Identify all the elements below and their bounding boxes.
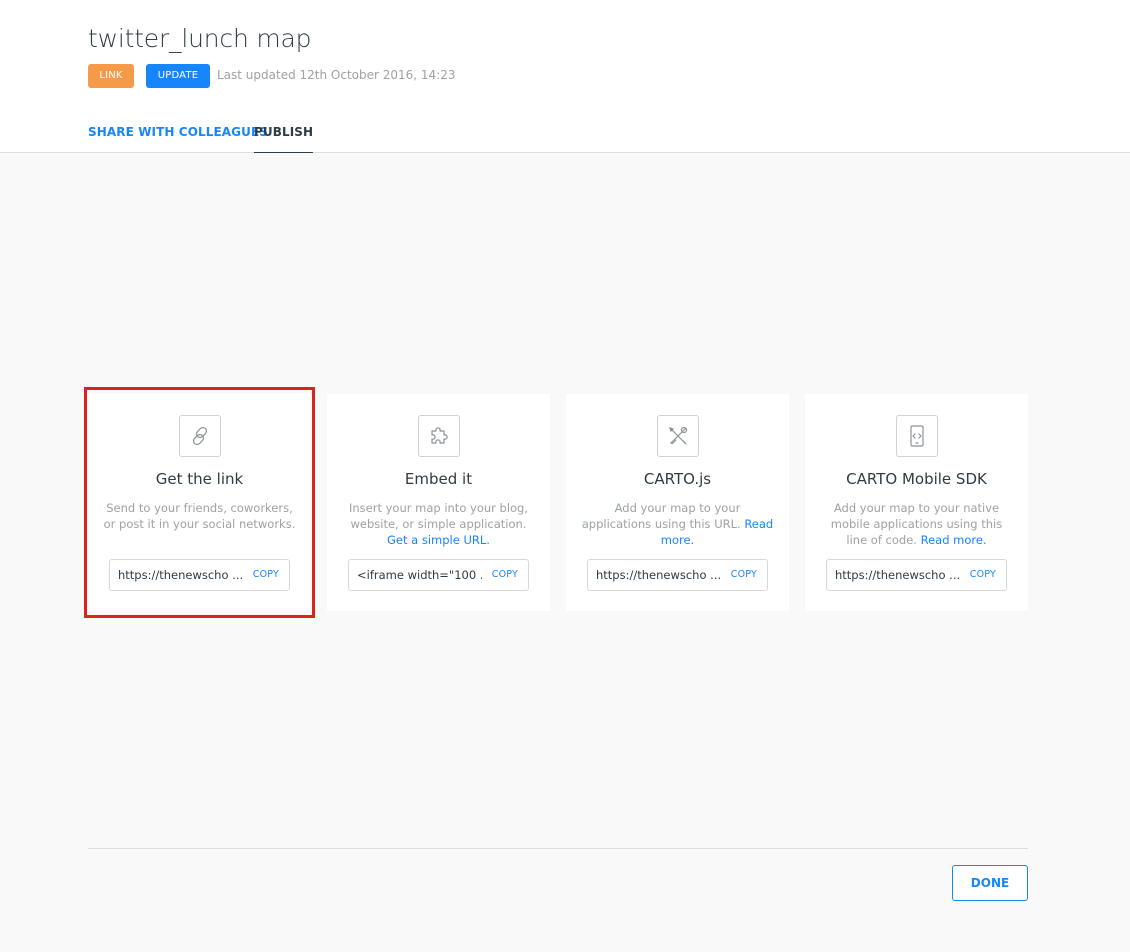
mobile-code-icon [896, 415, 938, 457]
link-badge: LINK [88, 64, 134, 88]
card-title: Embed it [404, 470, 473, 488]
get-simple-url-link[interactable]: Get a simple URL. [387, 533, 490, 547]
card-description: Add your map to your applications using … [580, 500, 775, 548]
card-description: Send to your friends, coworkers, or post… [102, 500, 297, 532]
card-title: Get the link [155, 470, 244, 488]
link-icon [179, 415, 221, 457]
cartojs-url-value[interactable]: https://thenewscho ... [596, 568, 721, 582]
card-description-text: Add your map to your applications using … [581, 501, 741, 531]
card-get-the-link: Get the link Send to your friends, cowor… [88, 394, 311, 611]
embed-code-field[interactable]: <iframe width="100 ... COPY [348, 559, 529, 591]
copy-mobile-sdk-button[interactable]: COPY [970, 569, 996, 580]
tools-icon [657, 415, 699, 457]
header: twitter_lunch map LINK UPDATE Last updat… [0, 0, 1130, 153]
page-title: twitter_lunch map [88, 24, 312, 53]
card-embed-it: Embed it Insert your map into your blog,… [327, 394, 550, 611]
card-description: Insert your map into your blog, website,… [341, 500, 536, 548]
card-carto-mobile-sdk: CARTO Mobile SDK Add your map to your na… [805, 394, 1028, 611]
mobile-sdk-value[interactable]: https://thenewscho ... [835, 568, 960, 582]
update-button[interactable]: UPDATE [146, 64, 210, 88]
tab-publish[interactable]: PUBLISH [254, 125, 314, 153]
link-url-value[interactable]: https://thenewscho ... [118, 568, 243, 582]
mobile-sdk-field[interactable]: https://thenewscho ... COPY [826, 559, 1007, 591]
link-url-field[interactable]: https://thenewscho ... COPY [109, 559, 290, 591]
copy-link-button[interactable]: COPY [253, 569, 279, 580]
card-carto-js: CARTO.js Add your map to your applicatio… [566, 394, 789, 611]
read-more-link[interactable]: Read more. [921, 533, 987, 547]
card-title: CARTO.js [643, 470, 712, 488]
card-title: CARTO Mobile SDK [846, 470, 987, 488]
copy-embed-button[interactable]: COPY [492, 569, 518, 580]
last-updated-text: Last updated 12th October 2016, 14:23 [217, 68, 456, 82]
card-description-text: Send to your friends, coworkers, or post… [103, 501, 296, 531]
card-description: Add your map to your native mobile appli… [819, 500, 1014, 548]
tab-share-with-colleagues[interactable]: SHARE WITH COLLEAGUES [88, 125, 268, 153]
footer-divider [88, 848, 1028, 849]
embed-code-value[interactable]: <iframe width="100 ... [357, 568, 482, 582]
puzzle-icon [418, 415, 460, 457]
done-button[interactable]: DONE [952, 865, 1028, 901]
card-description-text: Insert your map into your blog, website,… [348, 501, 529, 531]
cartojs-url-field[interactable]: https://thenewscho ... COPY [587, 559, 768, 591]
copy-cartojs-button[interactable]: COPY [731, 569, 757, 580]
